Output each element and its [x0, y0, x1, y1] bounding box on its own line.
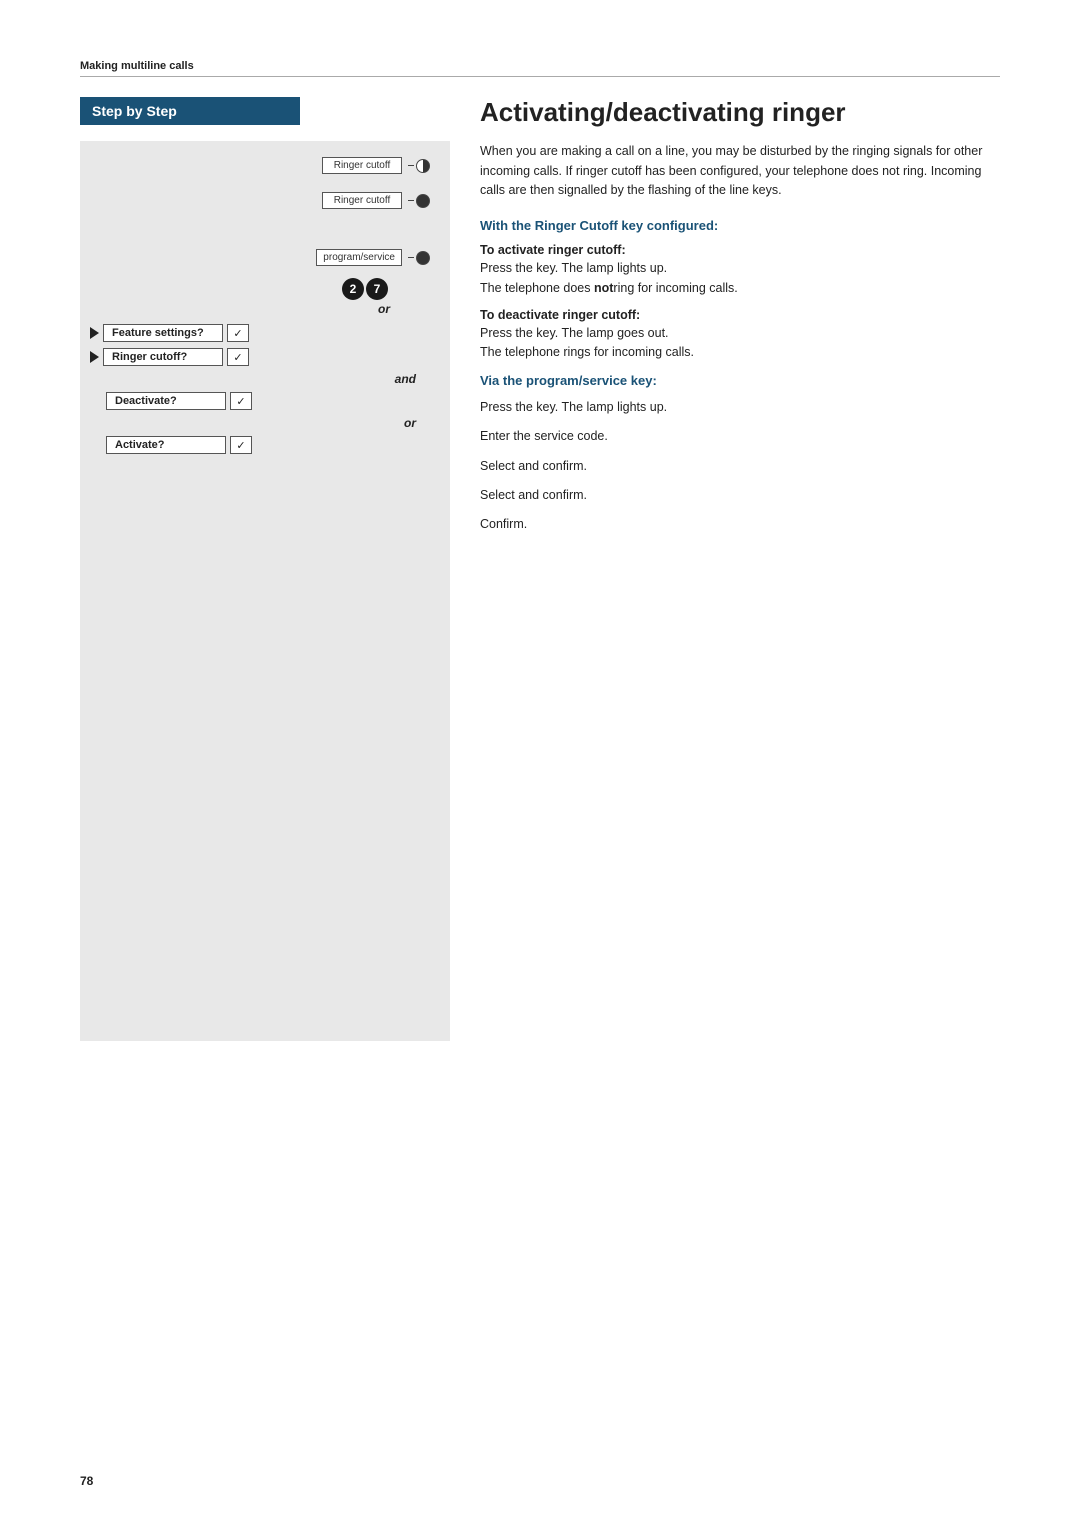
activate-desc-suffix: ring for incoming calls. [613, 281, 737, 295]
activate-desc-line1: Press the key. The lamp lights up. [480, 261, 667, 275]
activate-not-bold: not [594, 281, 613, 295]
number-badges-row: 2 7 [90, 278, 440, 300]
lamp-group-3 [406, 251, 430, 265]
program-service-row: program/service [90, 249, 440, 266]
ringer-cutoff-row-1: Ringer cutoff [90, 157, 440, 174]
section1-heading: With the Ringer Cutoff key configured: [480, 218, 1000, 233]
page-title: Activating/deactivating ringer [480, 97, 1000, 128]
check-box-1: ✓ [227, 324, 249, 342]
activate-row: Activate? ✓ [90, 436, 440, 454]
check-box-3: ✓ [230, 392, 252, 410]
step-by-step-panel: Ringer cutoff Ringer cutoff program/serv… [80, 141, 450, 1041]
via-desc1: Press the key. The lamp lights up. [480, 398, 1000, 417]
confirm-text: Confirm. [480, 515, 1000, 534]
program-service-key: program/service [316, 249, 402, 266]
ringer-cutoff-row-2: Ringer cutoff [90, 192, 440, 209]
feature-settings-row: Feature settings? ✓ [90, 324, 440, 342]
via-desc2: Enter the service code. [480, 427, 1000, 446]
select-confirm1: Select and confirm. [480, 457, 1000, 476]
lamp-deactivate-icon [416, 194, 430, 208]
check-box-4: ✓ [230, 436, 252, 454]
arrow-icon-1 [90, 327, 99, 339]
deactivate-desc-line2: The telephone rings for incoming calls. [480, 345, 694, 359]
feature-settings-box: Feature settings? [103, 324, 223, 342]
number-2-badge: 2 [342, 278, 364, 300]
lamp-group-1 [406, 159, 430, 173]
intro-text: When you are making a call on a line, yo… [480, 142, 1000, 200]
and-label: and [90, 372, 440, 386]
lamp-separator-3 [408, 257, 414, 259]
deactivate-row: Deactivate? ✓ [90, 392, 440, 410]
lamp-separator-1 [408, 165, 414, 167]
ringer-cutoff-menu-box: Ringer cutoff? [103, 348, 223, 366]
lamp-program-icon [416, 251, 430, 265]
activate-box: Activate? [106, 436, 226, 454]
lamp-group-2 [406, 194, 430, 208]
step-numbers: 2 7 [342, 278, 390, 300]
deactivate-desc: Press the key. The lamp goes out. The te… [480, 324, 1000, 363]
ringer-cutoff-menu-row: Ringer cutoff? ✓ [90, 348, 440, 366]
page-header: Making multiline calls [80, 60, 1000, 77]
via-program-section: program/service 2 7 or [90, 249, 440, 454]
deactivate-heading: To deactivate ringer cutoff: [480, 308, 1000, 322]
section-title: Making multiline calls [80, 60, 1000, 77]
select-confirm2: Select and confirm. [480, 486, 1000, 505]
number-7-badge: 7 [366, 278, 388, 300]
step-by-step-banner: Step by Step [80, 97, 300, 125]
ringer-cutoff-key-1: Ringer cutoff [322, 157, 402, 174]
deactivate-box: Deactivate? [106, 392, 226, 410]
left-column: Step by Step Ringer cutoff Ringer cutoff [80, 97, 450, 1041]
right-column: Activating/deactivating ringer When you … [450, 97, 1000, 545]
lamp-activate-icon [416, 159, 430, 173]
deactivate-desc-line1: Press the key. The lamp goes out. [480, 326, 669, 340]
or-label-1: or [90, 302, 440, 316]
page-number: 78 [80, 1474, 93, 1488]
activate-desc-prefix: The telephone does [480, 281, 594, 295]
or-label-2: or [90, 416, 440, 430]
arrow-icon-2 [90, 351, 99, 363]
check-box-2: ✓ [227, 348, 249, 366]
section2-heading: Via the program/service key: [480, 373, 1000, 388]
activate-desc: Press the key. The lamp lights up. The t… [480, 259, 1000, 298]
activate-heading: To activate ringer cutoff: [480, 243, 1000, 257]
lamp-separator-2 [408, 200, 414, 202]
ringer-cutoff-key-2: Ringer cutoff [322, 192, 402, 209]
